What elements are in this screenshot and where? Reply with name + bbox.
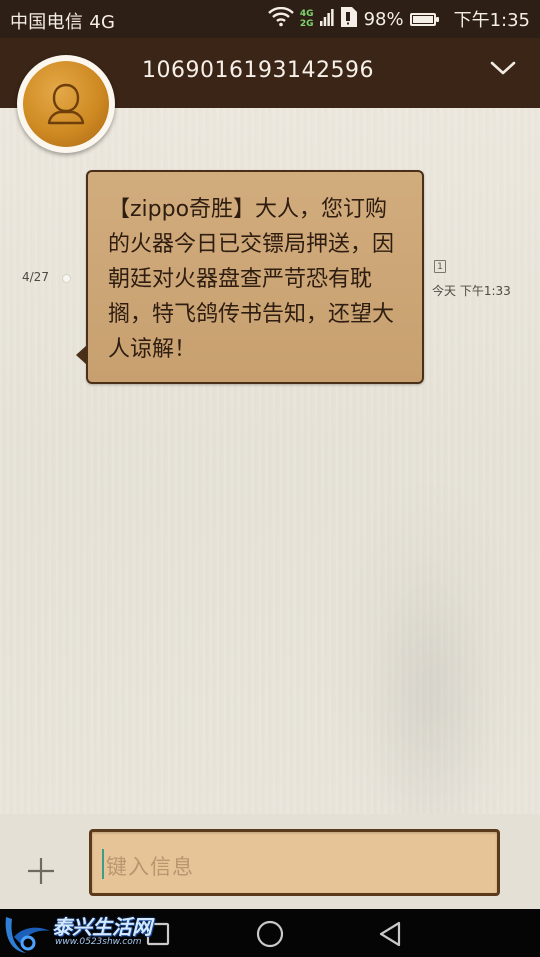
chevron-down-icon[interactable]	[490, 60, 516, 82]
message-time: 今天 下午1:33	[432, 284, 511, 298]
status-bar: 中国电信 4G 4G 2G 98% 下午1:35	[0, 0, 540, 38]
status-time: 下午1:35	[453, 10, 530, 31]
add-attachment-button[interactable]	[24, 854, 58, 888]
sim-slot-badge: 1	[434, 260, 446, 273]
message-input-placeholder: 键入信息	[106, 855, 194, 879]
contact-number[interactable]: 1069016193142596	[142, 58, 374, 83]
wifi-icon	[268, 6, 294, 32]
battery-icon	[409, 12, 439, 26]
sms-conversation-screen: 中国电信 4G 4G 2G 98% 下午1:35 106901619314259…	[0, 0, 540, 957]
back-icon[interactable]	[375, 919, 405, 949]
composer-bar: 键入信息	[0, 814, 540, 909]
battery-percent: 98%	[363, 8, 404, 30]
signal-icon	[319, 7, 334, 32]
site-watermark: 泰兴生活网 www.0523shw.com	[0, 907, 170, 957]
network-2g-label: 2G	[299, 19, 314, 29]
network-type-labels: 4G 2G	[300, 9, 314, 29]
watermark-url: www.0523shw.com	[55, 937, 142, 947]
status-icons: 4G 2G 98% 下午1:35	[268, 6, 530, 32]
contact-avatar[interactable]	[17, 55, 115, 153]
home-icon[interactable]	[255, 919, 285, 949]
message-input[interactable]: 键入信息	[89, 829, 500, 896]
timeline-dot	[62, 274, 71, 283]
person-icon	[23, 61, 109, 147]
text-cursor	[102, 849, 104, 879]
sim-card-icon	[340, 6, 358, 33]
network-4g-label: 4G	[299, 9, 314, 19]
watermark-title: 泰兴生活网	[52, 915, 152, 939]
date-marker: 4/27	[22, 270, 49, 284]
carrier-label: 中国电信 4G	[10, 12, 116, 33]
incoming-message-bubble[interactable]: 【zippo奇胜】大人，您订购的火器今日已交镖局押送，因朝廷对火器盘查严苛恐有耽…	[86, 170, 424, 384]
watermark-logo-icon	[5, 917, 50, 953]
message-text: 【zippo奇胜】大人，您订购的火器今日已交镖局押送，因朝廷对火器盘查严苛恐有耽…	[108, 197, 395, 362]
